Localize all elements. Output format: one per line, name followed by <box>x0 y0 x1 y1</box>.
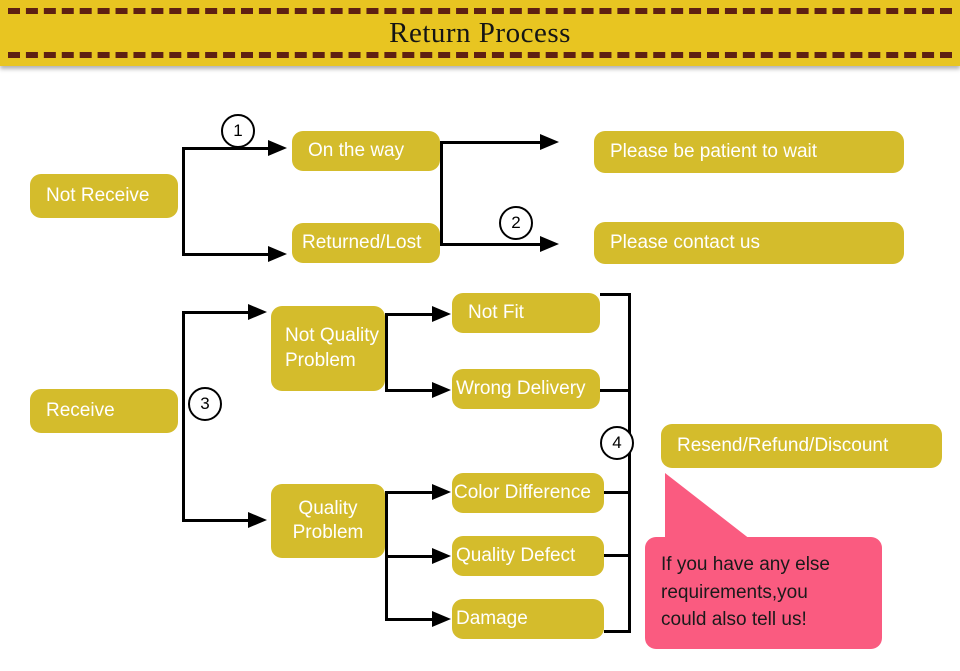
node-receive[interactable]: Receive <box>30 389 178 433</box>
node-quality-problem[interactable]: Quality Problem <box>271 484 385 558</box>
arrow-to-please-wait <box>540 134 559 150</box>
node-resend-refund-discount[interactable]: Resend/Refund/Discount <box>661 424 942 468</box>
banner-dashed-line-bottom <box>8 52 952 58</box>
connector-damage-to-merge <box>604 630 631 633</box>
flowchart-canvas: Return Process Not Receive 1 On the way … <box>0 0 960 671</box>
connector-not-fit-to-merge <box>600 293 631 296</box>
connector-receive-trunk <box>182 311 185 519</box>
arrow-to-on-the-way <box>268 140 287 156</box>
node-please-contact-us[interactable]: Please contact us <box>594 222 904 264</box>
node-please-be-patient-to-wait[interactable]: Please be patient to wait <box>594 131 904 173</box>
connector-quality-defect-to-merge <box>604 554 631 557</box>
node-not-quality-problem[interactable]: Not Quality Problem <box>271 306 385 391</box>
arrow-to-returned-lost <box>268 246 287 262</box>
connector-not-quality-to-not-fit <box>385 313 438 316</box>
step-marker-4: 4 <box>600 426 634 460</box>
callout-line-2: requirements,you <box>661 581 808 603</box>
arrow-to-damage <box>432 611 451 627</box>
arrow-to-color-difference <box>432 484 451 500</box>
arrow-to-wrong-delivery <box>432 382 451 398</box>
connector-on-the-way-to-please-wait <box>440 141 546 144</box>
connector-not-quality-bus <box>385 313 388 389</box>
connector-not-receive-to-on-the-way <box>182 147 282 150</box>
step-marker-2: 2 <box>499 206 533 240</box>
node-wrong-delivery[interactable]: Wrong Delivery <box>452 369 600 409</box>
callout-line-1: If you have any else <box>661 554 830 575</box>
callout-extra-requirements: If you have any else requirements,you co… <box>645 537 882 649</box>
connector-not-quality-to-wrong-delivery <box>385 389 438 392</box>
connector-quality-to-damage <box>385 618 438 621</box>
node-damage[interactable]: Damage <box>452 599 604 639</box>
node-color-difference[interactable]: Color Difference <box>452 473 604 513</box>
connector-quality-to-quality-defect <box>385 555 438 558</box>
step-marker-1: 1 <box>221 114 255 148</box>
connector-wrong-delivery-to-merge <box>600 389 631 392</box>
arrow-to-quality-defect <box>432 548 451 564</box>
node-returned-lost[interactable]: Returned/Lost <box>292 223 440 263</box>
step-marker-3: 3 <box>188 387 222 421</box>
arrow-to-quality-problem <box>248 512 267 528</box>
header-banner: Return Process <box>0 0 960 66</box>
arrow-to-not-fit <box>432 306 451 322</box>
connector-color-difference-to-merge <box>604 491 631 494</box>
connector-not-receive-to-returned-lost <box>182 253 282 256</box>
connector-quality-to-color-difference <box>385 491 438 494</box>
node-not-receive[interactable]: Not Receive <box>30 174 178 218</box>
arrow-to-not-quality-problem <box>248 304 267 320</box>
node-quality-defect[interactable]: Quality Defect <box>452 536 604 576</box>
connector-stage1-bus <box>440 141 443 243</box>
connector-returned-lost-to-please-contact <box>440 243 546 246</box>
connector-merge-bus <box>628 293 631 630</box>
node-on-the-way[interactable]: On the way <box>292 131 440 171</box>
arrow-to-please-contact <box>540 236 559 252</box>
connector-not-receive-trunk <box>182 147 185 254</box>
callout-line-3: could also tell us! <box>661 609 807 631</box>
node-not-fit[interactable]: Not Fit <box>452 293 600 333</box>
